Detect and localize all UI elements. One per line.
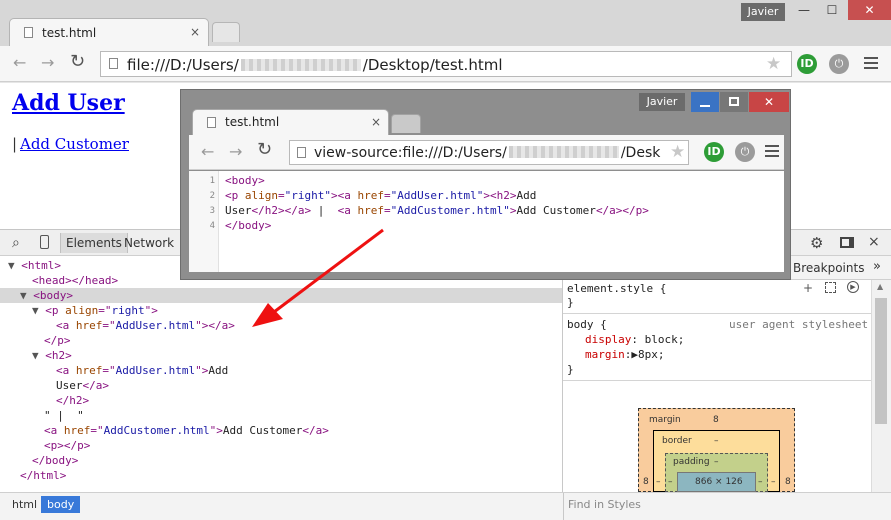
annotation-arrow xyxy=(252,228,384,327)
annotation-arrow-shaft xyxy=(273,228,384,314)
annotation-arrow-head xyxy=(252,303,283,327)
